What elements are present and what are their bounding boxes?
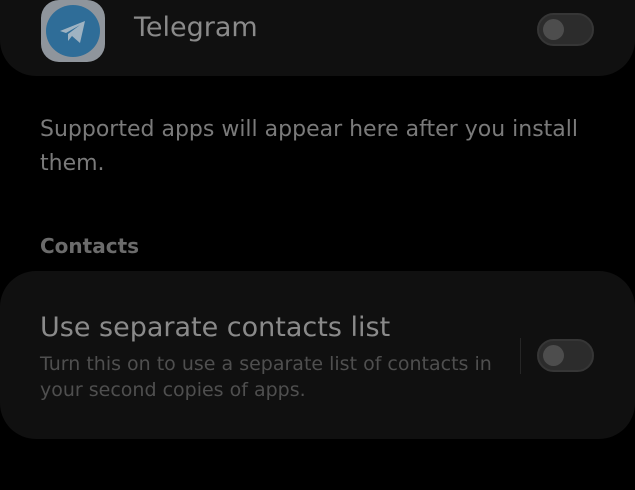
separate-contacts-toggle[interactable] [537, 339, 594, 372]
app-label-telegram: Telegram [134, 12, 258, 43]
supported-apps-info: Supported apps will appear here after yo… [40, 117, 578, 176]
toggle-divider [520, 338, 521, 374]
telegram-icon [41, 0, 105, 62]
contacts-section-header: Contacts [40, 234, 140, 258]
separate-contacts-description: Turn this on to use a separate list of c… [40, 353, 492, 401]
toggle-knob [543, 345, 564, 366]
toggle-knob [543, 19, 564, 40]
separate-contacts-title: Use separate contacts list [40, 312, 391, 343]
telegram-toggle[interactable] [537, 13, 594, 46]
app-list-card: Telegram [0, 0, 635, 76]
